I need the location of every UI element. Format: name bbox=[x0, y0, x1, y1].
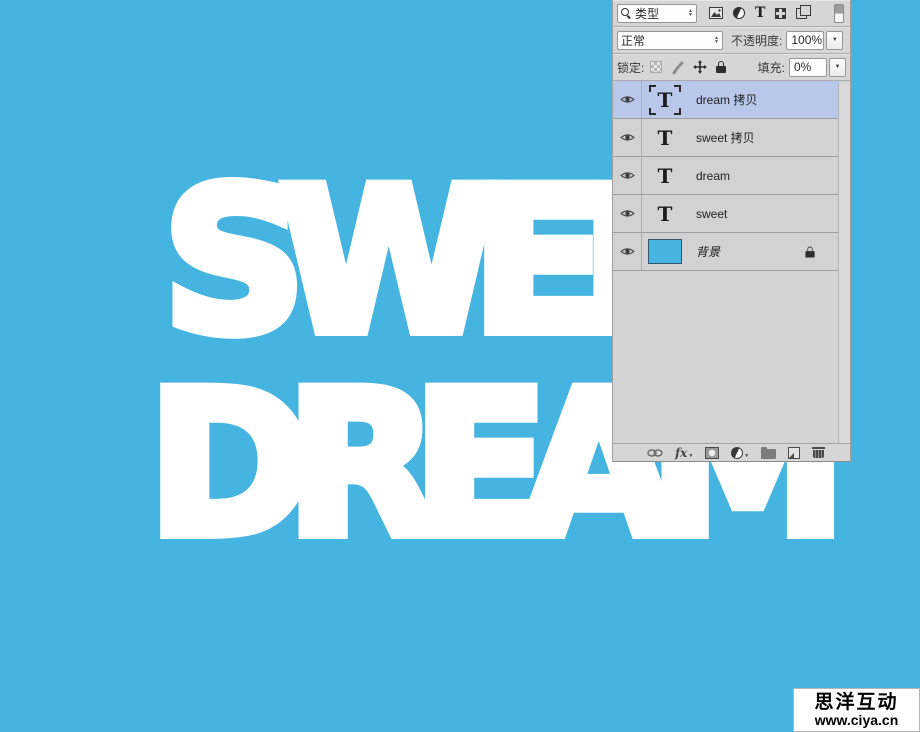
type-layer-thumbnail[interactable]: T bbox=[658, 202, 673, 226]
eye-icon bbox=[620, 132, 635, 143]
eye-icon bbox=[620, 170, 635, 181]
layer-list-scrollbar[interactable] bbox=[838, 83, 850, 444]
layer-row-sweet[interactable]: T sweet bbox=[613, 195, 839, 233]
search-icon bbox=[621, 8, 632, 19]
lock-transparent-pixels-icon[interactable] bbox=[650, 61, 662, 73]
watermark-brand: 思洋互动 bbox=[814, 693, 898, 713]
filter-toggle-switch[interactable] bbox=[834, 4, 844, 23]
layer-name[interactable]: sweet 拷贝 bbox=[696, 129, 755, 146]
filter-kind-label: 类型 bbox=[635, 5, 659, 22]
layer-name[interactable]: dream 拷贝 bbox=[696, 91, 757, 108]
type-layer-thumbnail[interactable]: T bbox=[658, 88, 673, 112]
pixel-layer-filter-icon[interactable] bbox=[709, 7, 723, 19]
fill-dropdown-button[interactable]: ▼ bbox=[829, 58, 846, 77]
visibility-toggle[interactable] bbox=[613, 233, 642, 270]
lock-label: 锁定: bbox=[617, 59, 644, 76]
blend-opacity-row: 正常 ▲▼ 不透明度: 100% ▼ bbox=[613, 27, 850, 54]
delete-layer-icon[interactable] bbox=[812, 446, 825, 459]
lock-all-icon[interactable] bbox=[716, 61, 726, 73]
visibility-toggle[interactable] bbox=[613, 157, 642, 194]
watermark-url: www.ciya.cn bbox=[815, 713, 899, 728]
lock-position-icon[interactable] bbox=[693, 60, 707, 74]
layer-name[interactable]: sweet bbox=[696, 207, 727, 221]
add-layer-mask-icon[interactable] bbox=[705, 447, 719, 459]
type-layer-thumbnail[interactable]: T bbox=[658, 126, 673, 150]
adjustment-layer-filter-icon[interactable] bbox=[733, 7, 745, 19]
fill-label: 填充: bbox=[758, 59, 785, 76]
layer-row-dream-copy[interactable]: T dream 拷贝 bbox=[613, 81, 839, 119]
type-layer-thumbnail[interactable]: T bbox=[658, 164, 673, 188]
select-spinner-icon: ▲▼ bbox=[710, 36, 719, 44]
visibility-toggle[interactable] bbox=[613, 195, 642, 232]
smart-object-filter-icon[interactable] bbox=[796, 8, 807, 19]
opacity-label: 不透明度: bbox=[731, 32, 782, 49]
layer-style-fx-icon[interactable]: fx▼ bbox=[675, 447, 693, 459]
background-lock-icon bbox=[805, 246, 814, 257]
layer-row-dream[interactable]: T dream bbox=[613, 157, 839, 195]
layer-name[interactable]: dream bbox=[696, 169, 730, 183]
lock-image-pixels-icon[interactable] bbox=[671, 61, 684, 74]
link-layers-icon[interactable] bbox=[647, 448, 663, 458]
new-adjustment-layer-icon[interactable]: ▼ bbox=[731, 447, 749, 459]
layer-list: T dream 拷贝 T sweet 拷贝 T dream bbox=[613, 81, 850, 271]
type-layer-filter-icon[interactable]: T bbox=[755, 5, 765, 21]
fill-value: 0% bbox=[794, 60, 811, 74]
layers-panel: 类型 ▲▼ T 正常 ▲▼ 不透明度: 100% ▼ 锁定: bbox=[612, 0, 851, 462]
site-watermark: 思洋互动 www.ciya.cn bbox=[793, 688, 920, 732]
lock-fill-row: 锁定: 填充: 0% ▼ bbox=[613, 54, 850, 81]
blend-mode-select[interactable]: 正常 ▲▼ bbox=[617, 31, 723, 50]
blend-mode-value: 正常 bbox=[621, 32, 645, 49]
layers-panel-bottom-bar: fx▼ ▼ bbox=[613, 443, 850, 461]
visibility-toggle[interactable] bbox=[613, 81, 642, 118]
fill-input[interactable]: 0% bbox=[789, 58, 827, 77]
filter-kind-select[interactable]: 类型 ▲▼ bbox=[617, 4, 697, 23]
shape-layer-filter-icon[interactable] bbox=[775, 8, 786, 19]
visibility-toggle[interactable] bbox=[613, 119, 642, 156]
layer-filter-row: 类型 ▲▼ T bbox=[613, 0, 850, 27]
eye-icon bbox=[620, 246, 635, 257]
eye-icon bbox=[620, 94, 635, 105]
layer-row-background[interactable]: 背景 bbox=[613, 233, 839, 271]
opacity-input[interactable]: 100% bbox=[786, 31, 824, 50]
new-group-icon[interactable] bbox=[761, 449, 776, 459]
new-layer-icon[interactable] bbox=[788, 447, 800, 459]
eye-icon bbox=[620, 208, 635, 219]
opacity-value: 100% bbox=[791, 33, 822, 47]
background-layer-thumbnail[interactable] bbox=[648, 239, 682, 264]
opacity-dropdown-button[interactable]: ▼ bbox=[826, 31, 843, 50]
layer-row-sweet-copy[interactable]: T sweet 拷贝 bbox=[613, 119, 839, 157]
layer-name[interactable]: 背景 bbox=[696, 243, 720, 260]
select-spinner-icon: ▲▼ bbox=[684, 9, 693, 17]
